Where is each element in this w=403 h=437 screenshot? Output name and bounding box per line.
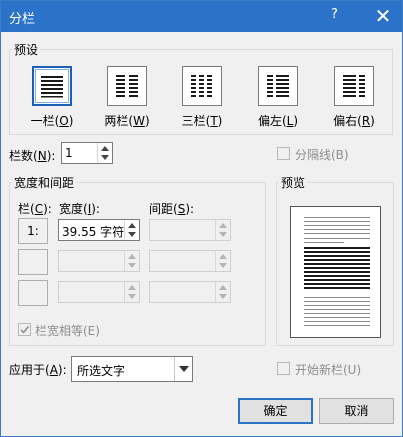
width-spacing-legend: 宽度和间距 bbox=[14, 176, 75, 190]
spin-down-icon bbox=[219, 232, 227, 237]
preset-two-columns[interactable] bbox=[107, 66, 147, 106]
chevron-down-icon[interactable] bbox=[174, 357, 192, 381]
spin-down-icon bbox=[219, 263, 227, 268]
help-button[interactable]: ? bbox=[331, 7, 338, 22]
preset-one-column-label: 一栏(O) bbox=[30, 114, 74, 128]
new-column-label: 开始新栏(U) bbox=[295, 363, 362, 377]
presets-legend: 预设 bbox=[14, 43, 39, 57]
spin-up-icon bbox=[219, 285, 227, 290]
separator-checkbox[interactable] bbox=[277, 147, 290, 160]
preview-selected-text bbox=[304, 247, 370, 291]
columns-dialog: 分栏 ? ✕ 预设 一栏(O) 两栏(W) 三栏(T) 偏左(L) 偏右(R) … bbox=[0, 0, 403, 437]
width-header: 宽度(I): bbox=[59, 202, 100, 216]
spin-up-icon bbox=[128, 223, 136, 228]
cancel-button[interactable]: 取消 bbox=[319, 398, 394, 424]
preset-two-columns-label: 两栏(W) bbox=[104, 114, 150, 128]
spin-down-icon bbox=[128, 294, 136, 299]
preview-page bbox=[290, 206, 381, 338]
equal-width-label: 栏宽相等(E) bbox=[35, 324, 100, 338]
spin-up-icon bbox=[219, 223, 227, 228]
width-input-1[interactable]: 39.55 字符 bbox=[58, 219, 140, 241]
spacing-input-2 bbox=[149, 250, 231, 272]
left-column-icon bbox=[267, 75, 289, 97]
spin-down-icon bbox=[219, 294, 227, 299]
preset-left-label: 偏左(L) bbox=[257, 114, 299, 128]
three-columns-icon bbox=[191, 75, 212, 97]
width-spin-2 bbox=[124, 251, 139, 271]
spacing-spin-2 bbox=[215, 251, 230, 271]
width-input-2 bbox=[58, 250, 140, 272]
preset-three-columns-label: 三栏(T) bbox=[181, 114, 223, 128]
width-spin-1[interactable] bbox=[124, 220, 139, 240]
new-column-checkbox[interactable] bbox=[277, 362, 290, 375]
spin-up-icon bbox=[128, 285, 136, 290]
spacing-input-1 bbox=[149, 219, 231, 241]
preset-three-columns[interactable] bbox=[182, 66, 222, 106]
preset-left[interactable] bbox=[258, 66, 298, 106]
spacing-spin-3 bbox=[215, 282, 230, 302]
spin-down-icon bbox=[101, 155, 109, 160]
col-header: 栏(C): bbox=[18, 202, 52, 216]
dialog-title: 分栏 bbox=[9, 12, 36, 27]
columns-count-stepper[interactable]: 1 bbox=[61, 142, 113, 164]
ok-button[interactable]: 确定 bbox=[238, 398, 313, 424]
width-spin-3 bbox=[124, 282, 139, 302]
spin-up-icon bbox=[219, 254, 227, 259]
preset-one-column[interactable] bbox=[32, 66, 72, 106]
columns-count-spin[interactable] bbox=[97, 143, 112, 163]
width-input-3 bbox=[58, 281, 140, 303]
width-value-1: 39.55 字符 bbox=[62, 225, 125, 239]
one-column-icon bbox=[41, 76, 63, 98]
spacing-input-3 bbox=[149, 281, 231, 303]
equal-width-checkbox[interactable] bbox=[18, 323, 31, 336]
spin-down-icon bbox=[128, 263, 136, 268]
close-button[interactable]: ✕ bbox=[369, 3, 397, 29]
apply-to-select[interactable]: 所选文字 bbox=[71, 356, 193, 382]
right-column-icon bbox=[343, 75, 365, 97]
columns-count-value: 1 bbox=[65, 146, 73, 160]
preset-right[interactable] bbox=[334, 66, 374, 106]
preview-legend: 预览 bbox=[281, 176, 306, 190]
column-number-1: 1: bbox=[18, 218, 48, 244]
spin-down-icon bbox=[128, 232, 136, 237]
apply-to-value: 所选文字 bbox=[77, 364, 126, 378]
spin-up-icon bbox=[101, 146, 109, 151]
column-number-2 bbox=[18, 249, 48, 275]
preset-right-label: 偏右(R) bbox=[333, 114, 375, 128]
apply-to-label: 应用于(A): bbox=[9, 363, 67, 377]
spacing-spin-1 bbox=[215, 220, 230, 240]
columns-count-label: 栏数(N): bbox=[9, 149, 56, 163]
spin-up-icon bbox=[128, 254, 136, 259]
spacing-header: 间距(S): bbox=[149, 202, 195, 216]
title-bar: 分栏 ? ✕ bbox=[1, 1, 402, 32]
two-columns-icon bbox=[116, 75, 138, 97]
column-number-3 bbox=[18, 280, 48, 306]
checkmark-icon bbox=[20, 325, 30, 334]
separator-label: 分隔线(B) bbox=[295, 148, 349, 162]
